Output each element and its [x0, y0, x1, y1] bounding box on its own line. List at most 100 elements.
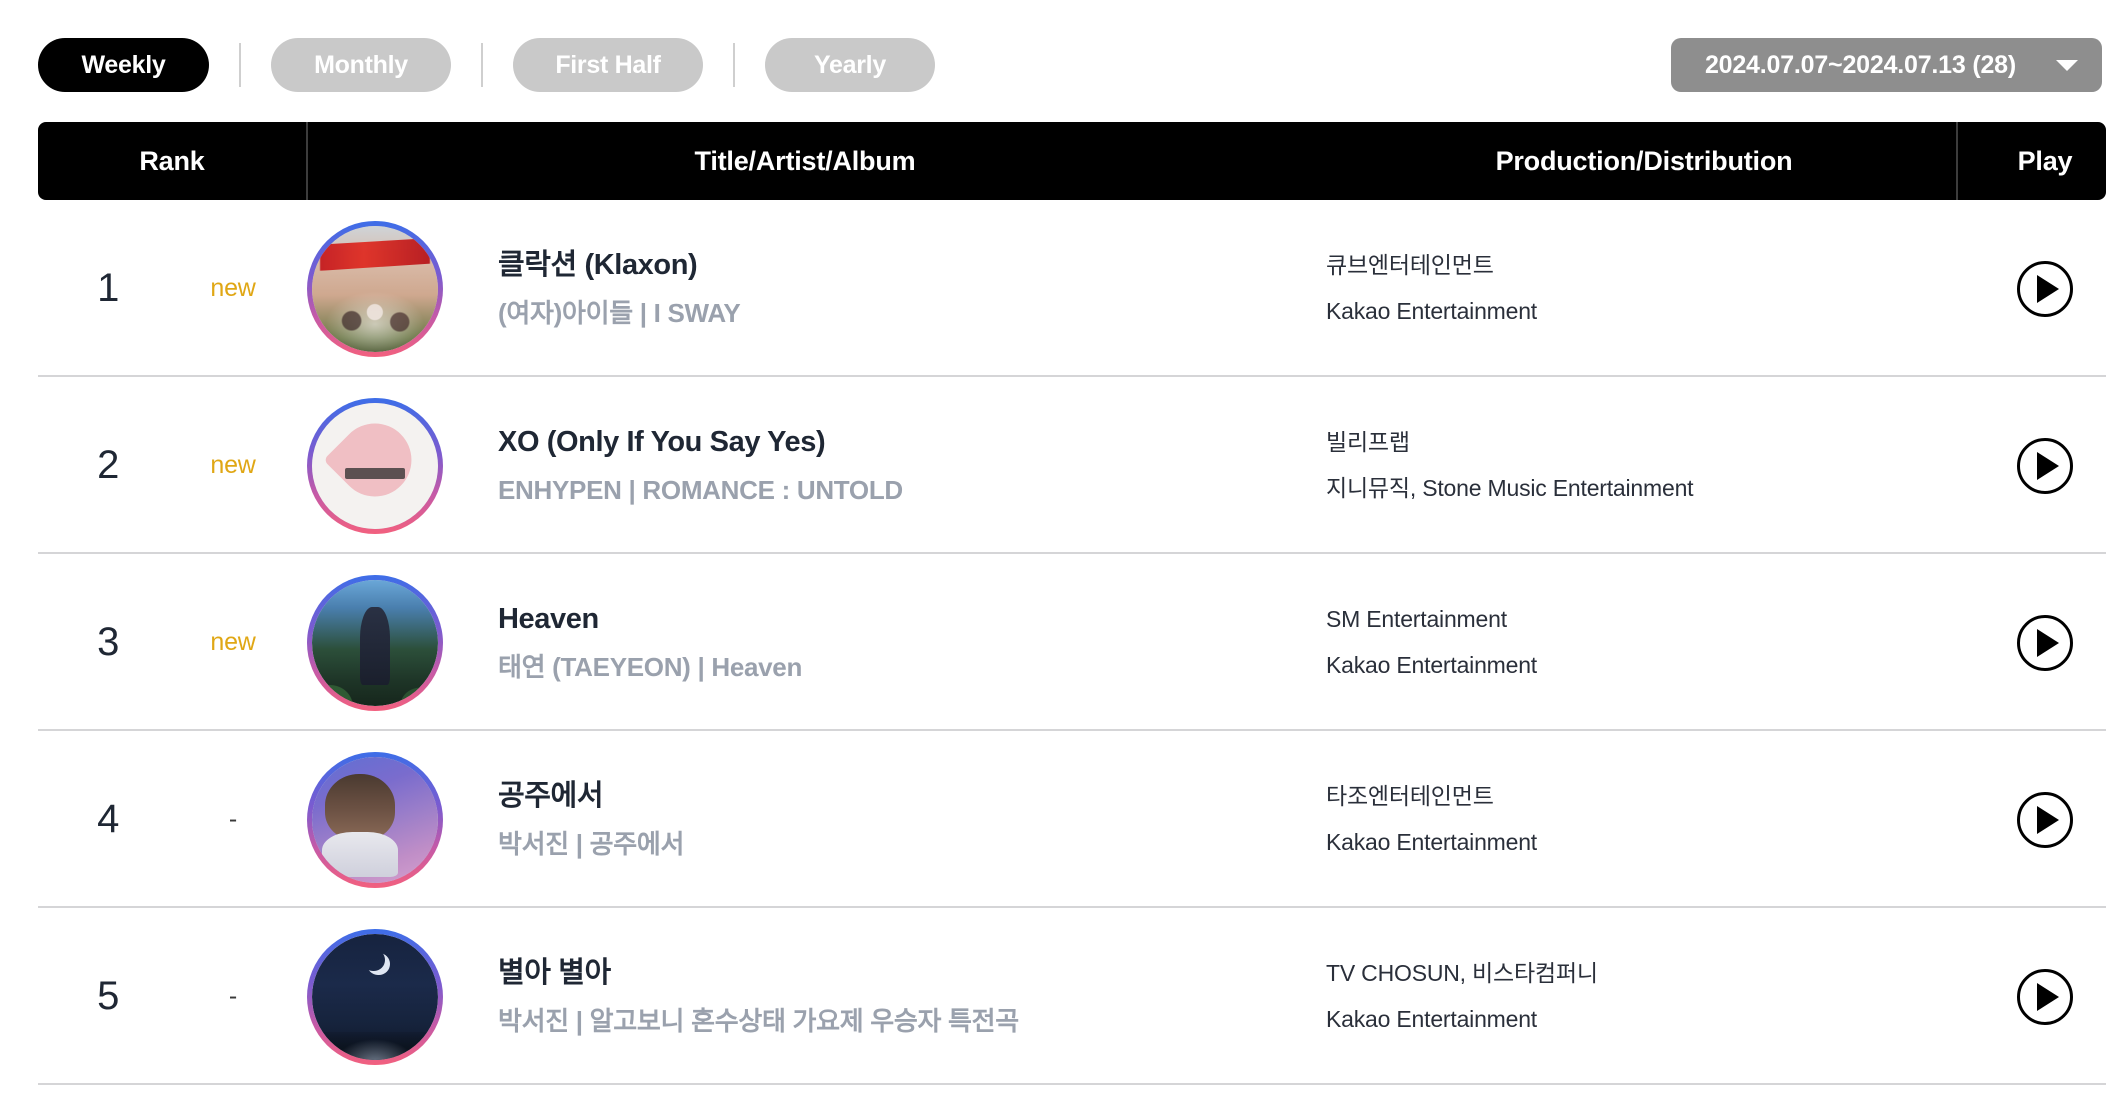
tab-separator	[239, 43, 241, 87]
table-header: Rank Title/Artist/Album Production/Distr…	[38, 122, 2106, 200]
title-cell: 공주에서 박서진 | 공주에서	[306, 731, 1304, 908]
chevron-down-icon	[2056, 59, 2078, 71]
song-title[interactable]: 별아 별아	[498, 956, 1019, 991]
title-block: XO (Only If You Say Yes) ENHYPEN | ROMAN…	[498, 425, 903, 507]
album-art[interactable]	[307, 751, 443, 888]
artist-album[interactable]: (여자)아이들 | I SWAY	[498, 298, 741, 329]
date-range-label: 2024.07.07~2024.07.13 (28)	[1704, 50, 2016, 79]
distribution-company: Kakao Entertainment	[1326, 298, 1537, 324]
artist-album[interactable]: 박서진 | 공주에서	[498, 829, 684, 860]
rank-number: 4	[97, 797, 119, 841]
rank-number: 3	[97, 620, 119, 664]
song-title[interactable]: 클락션 (Klaxon)	[498, 248, 740, 283]
album-art[interactable]	[307, 397, 443, 534]
tab-separator	[481, 43, 483, 87]
play-icon[interactable]	[2017, 968, 2073, 1025]
production-cell: 큐브엔터테인먼트 Kakao Entertainment	[1304, 200, 1984, 377]
play-icon[interactable]	[2017, 260, 2073, 317]
column-header-rank: Rank	[139, 145, 205, 176]
distribution-company: Kakao Entertainment	[1326, 652, 1537, 678]
play-triangle	[2037, 451, 2059, 480]
tab-monthly[interactable]: Monthly	[271, 38, 451, 92]
song-title[interactable]: 공주에서	[498, 779, 684, 814]
distribution-company: Kakao Entertainment	[1326, 829, 1537, 855]
production-company: 타조엔터테인먼트	[1326, 783, 1494, 810]
title-cell: Heaven 태연 (TAEYEON) | Heaven	[306, 554, 1304, 731]
song-title[interactable]: XO (Only If You Say Yes)	[498, 425, 903, 460]
rank-cell: 1 new	[38, 200, 306, 377]
play-cell	[1984, 554, 2106, 731]
play-cell	[1984, 200, 2106, 377]
title-block: 공주에서 박서진 | 공주에서	[498, 779, 684, 861]
title-block: 별아 별아 박서진 | 알고보니 혼수상태 가요제 우승자 특전곡	[498, 956, 1019, 1038]
title-cell: 별아 별아 박서진 | 알고보니 혼수상태 가요제 우승자 특전곡	[306, 908, 1304, 1085]
rank-number: 1	[97, 266, 119, 310]
title-cell: XO (Only If You Say Yes) ENHYPEN | ROMAN…	[306, 377, 1304, 554]
play-cell	[1984, 731, 2106, 908]
production-cell: TV CHOSUN, 비스타컴퍼니 Kakao Entertainment	[1304, 908, 1984, 1085]
production-company: 큐브엔터테인먼트	[1326, 252, 1494, 279]
tab-yearly[interactable]: Yearly	[765, 38, 935, 92]
chart-page: Weekly Monthly First Half Yearly 2024.07…	[0, 0, 2121, 1100]
rank-change: new	[210, 628, 256, 656]
play-icon[interactable]	[2017, 614, 2073, 671]
rank-cell: 3 new	[38, 554, 306, 731]
rank-change: -	[228, 982, 238, 1010]
song-title[interactable]: Heaven	[498, 602, 802, 637]
album-art-image	[312, 579, 438, 706]
play-triangle	[2037, 628, 2059, 657]
rank-cell: 5 -	[38, 908, 306, 1085]
date-range-selector[interactable]: 2024.07.07~2024.07.13 (28)	[1670, 38, 2102, 92]
distribution-company: Kakao Entertainment	[1326, 1006, 1537, 1032]
artist-album[interactable]: ENHYPEN | ROMANCE : UNTOLD	[498, 475, 903, 506]
album-art[interactable]	[307, 220, 443, 357]
play-cell	[1984, 377, 2106, 554]
table-row: 3 new Heaven 태연 (TAEYEON) | Heaven SM En…	[0, 554, 2121, 731]
title-cell: 클락션 (Klaxon) (여자)아이들 | I SWAY	[306, 200, 1304, 377]
tab-separator	[733, 43, 735, 87]
play-triangle	[2037, 274, 2059, 303]
title-block: 클락션 (Klaxon) (여자)아이들 | I SWAY	[498, 248, 741, 330]
play-cell	[1984, 908, 2106, 1085]
table-row: 5 - 별아 별아 박서진 | 알고보니 혼수상태 가요제 우승자 특전곡 TV…	[0, 908, 2121, 1085]
table-row: 2 new XO (Only If You Say Yes) ENHYPEN |…	[0, 377, 2121, 554]
artist-album[interactable]: 태연 (TAEYEON) | Heaven	[498, 652, 802, 683]
rank-number: 5	[97, 974, 119, 1018]
header-divider	[1956, 122, 1958, 200]
toolbar: Weekly Monthly First Half Yearly 2024.07…	[0, 0, 2121, 122]
rank-change: new	[210, 274, 256, 302]
album-art[interactable]	[307, 928, 443, 1065]
production-cell: 타조엔터테인먼트 Kakao Entertainment	[1304, 731, 1984, 908]
play-triangle	[2037, 982, 2059, 1011]
artist-album[interactable]: 박서진 | 알고보니 혼수상태 가요제 우승자 특전곡	[498, 1006, 1019, 1037]
album-art-image	[312, 933, 438, 1060]
production-company: SM Entertainment	[1326, 606, 1507, 633]
rank-cell: 2 new	[38, 377, 306, 554]
production-company: TV CHOSUN, 비스타컴퍼니	[1326, 960, 1598, 987]
distribution-company: 지니뮤직, Stone Music Entertainment	[1326, 475, 1694, 501]
play-triangle	[2037, 805, 2059, 834]
period-tab-group: Weekly Monthly First Half Yearly	[38, 38, 935, 92]
table-row: 4 - 공주에서 박서진 | 공주에서 타조엔터테인먼트 Kakao Enter…	[0, 731, 2121, 908]
album-art[interactable]	[307, 574, 443, 711]
tab-weekly[interactable]: Weekly	[38, 38, 209, 92]
title-block: Heaven 태연 (TAEYEON) | Heaven	[498, 602, 802, 684]
production-cell: 빌리프랩 지니뮤직, Stone Music Entertainment	[1304, 377, 1984, 554]
rank-number: 2	[97, 443, 119, 487]
column-header-production: Production/Distribution	[1495, 145, 1793, 176]
production-company: 빌리프랩	[1326, 429, 1410, 456]
rank-change: -	[228, 805, 238, 833]
production-cell: SM Entertainment Kakao Entertainment	[1304, 554, 1984, 731]
tab-first-half[interactable]: First Half	[513, 38, 703, 92]
rank-change: new	[210, 451, 256, 479]
rank-cell: 4 -	[38, 731, 306, 908]
chart-rows: 1 new 클락션 (Klaxon) (여자)아이들 | I SWAY 큐브엔터…	[0, 200, 2121, 1085]
album-art-image	[312, 756, 438, 883]
play-icon[interactable]	[2017, 437, 2073, 494]
album-art-image	[312, 402, 438, 529]
table-row: 1 new 클락션 (Klaxon) (여자)아이들 | I SWAY 큐브엔터…	[0, 200, 2121, 377]
column-header-title: Title/Artist/Album	[694, 145, 916, 176]
play-icon[interactable]	[2017, 791, 2073, 848]
column-header-play: Play	[2017, 145, 2073, 176]
album-art-image	[312, 225, 438, 352]
